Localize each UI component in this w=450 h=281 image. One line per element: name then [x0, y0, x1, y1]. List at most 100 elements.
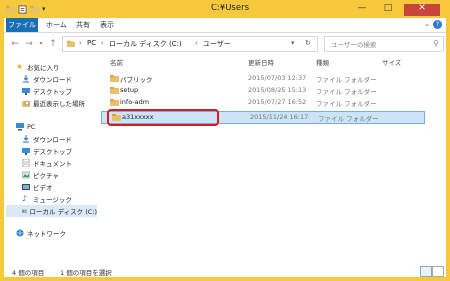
drive-icon: [22, 209, 27, 213]
tab-view[interactable]: 表示: [100, 18, 114, 32]
nav-item-downloads[interactable]: ダウンロード: [22, 73, 72, 85]
chevron-down-icon[interactable]: ▾: [42, 5, 46, 13]
column-header-name[interactable]: 名前: [110, 57, 123, 69]
breadcrumb-separator: ›: [79, 39, 82, 47]
file-date: 2015/11/24 16:17: [250, 113, 309, 121]
navigation-bar: ← → ▾ ↑ › PC › ローカル ディスク (C:) › ユーザー ▾ ↻…: [4, 33, 446, 55]
nav-item-local-disk[interactable]: ローカル ディスク (C:): [6, 205, 97, 217]
folder-icon: [110, 75, 119, 82]
chevron-down-icon[interactable]: ▾: [291, 39, 295, 47]
breadcrumb-separator: ›: [195, 39, 198, 47]
search-icon[interactable]: ⚲: [433, 39, 439, 48]
breadcrumb-local-disk[interactable]: ローカル ディスク (C:): [109, 39, 182, 49]
table-row[interactable]: パブリック 2015/07/03 12:37 ファイル フォルダー: [100, 73, 410, 84]
breadcrumb-pc[interactable]: PC: [87, 39, 96, 47]
file-list: 名前 更新日時 種類 サイズ パブリック 2015/07/03 12:37 ファ…: [100, 55, 446, 265]
nav-pc-label: PC: [27, 123, 36, 131]
folder-icon: [110, 87, 119, 94]
nav-item-label: ダウンロード: [33, 136, 72, 144]
folder-icon[interactable]: [6, 5, 15, 14]
nav-item-label: ビデオ: [33, 184, 53, 192]
nav-item-label: ミュージック: [33, 196, 72, 204]
file-name: setup: [120, 86, 139, 94]
file-date: 2015/07/03 12:37: [248, 74, 307, 82]
search-placeholder: ユーザーの検索: [331, 41, 377, 49]
file-type: ファイル フォルダー: [318, 115, 379, 123]
new-folder-icon[interactable]: [30, 5, 39, 14]
refresh-icon[interactable]: ↻: [305, 39, 311, 47]
recent-locations-button[interactable]: ▾: [36, 39, 46, 49]
up-button[interactable]: ↑: [48, 39, 58, 49]
help-icon[interactable]: ?: [433, 20, 442, 29]
folder-icon: [67, 40, 75, 47]
file-date: 2015/07/27 16:52: [248, 98, 307, 106]
folder-icon: [110, 99, 119, 106]
large-icons-view-icon[interactable]: [432, 266, 444, 277]
selection-count: 1 個の項目を選択: [60, 269, 112, 277]
star-icon: ★: [16, 62, 24, 71]
nav-favorites[interactable]: ★ お気に入り: [16, 61, 60, 73]
nav-item-label: デスクトップ: [33, 148, 72, 156]
nav-favorites-label: お気に入り: [27, 64, 60, 72]
file-name: パブリック: [120, 76, 153, 84]
recent-places-icon: [22, 100, 30, 107]
table-row[interactable]: info-adm 2015/07/27 16:52 ファイル フォルダー: [100, 97, 410, 108]
computer-icon: [16, 123, 24, 131]
tab-file[interactable]: ファイル: [6, 18, 38, 32]
nav-item-recent-places[interactable]: 最近表示した場所: [22, 97, 85, 109]
nav-item-label: ローカル ディスク (C:): [29, 208, 97, 216]
file-name: info-adm: [120, 98, 150, 106]
minimize-button[interactable]: —: [350, 4, 374, 16]
pictures-icon: [22, 171, 30, 179]
item-count: 4 個の項目: [12, 269, 45, 277]
download-icon: [23, 135, 29, 143]
column-header-date[interactable]: 更新日時: [248, 57, 274, 69]
window-title: C:¥Users: [210, 4, 249, 13]
title-bar: ▾ C:¥Users — □ ✕: [4, 4, 446, 18]
back-button[interactable]: ←: [10, 39, 20, 49]
table-row[interactable]: setup 2015/08/25 15:13 ファイル フォルダー: [100, 85, 410, 96]
forward-button[interactable]: →: [24, 39, 34, 49]
nav-item-pc-desktop[interactable]: デスクトップ: [22, 145, 72, 157]
file-date: 2015/08/25 15:13: [248, 86, 307, 94]
quick-access-toolbar: ▾: [6, 4, 46, 15]
videos-icon: [22, 184, 30, 190]
nav-item-pc-downloads[interactable]: ダウンロード: [22, 133, 72, 145]
nav-item-desktop[interactable]: デスクトップ: [22, 85, 72, 97]
nav-item-documents[interactable]: ドキュメント: [22, 157, 72, 169]
chevron-down-icon[interactable]: ⌄: [424, 20, 430, 28]
desktop-icon: [22, 88, 30, 95]
tab-share[interactable]: 共有: [76, 18, 90, 32]
explorer-window: ▾ C:¥Users — □ ✕ ファイル ホーム 共有 表示 ⌄ ? ← → …: [0, 0, 450, 281]
file-type: ファイル フォルダー: [316, 76, 377, 84]
details-view-icon[interactable]: [420, 266, 432, 277]
nav-network[interactable]: ネットワーク: [16, 227, 66, 239]
ribbon: ファイル ホーム 共有 表示 ⌄ ?: [4, 18, 446, 33]
column-header-size[interactable]: サイズ: [382, 57, 401, 69]
maximize-button[interactable]: □: [376, 4, 400, 16]
properties-icon[interactable]: [18, 4, 27, 14]
nav-item-videos[interactable]: ビデオ: [22, 181, 53, 193]
nav-item-music[interactable]: ♪ ミュージック: [22, 193, 72, 205]
address-bar[interactable]: › PC › ローカル ディスク (C:) › ユーザー ▾ ↻: [62, 36, 318, 52]
download-icon: [23, 75, 29, 83]
music-icon: ♪: [22, 194, 28, 203]
file-type: ファイル フォルダー: [316, 100, 377, 108]
window-body: ▾ C:¥Users — □ ✕ ファイル ホーム 共有 表示 ⌄ ? ← → …: [4, 4, 446, 277]
breadcrumb-users[interactable]: ユーザー: [203, 39, 231, 49]
nav-pc[interactable]: PC: [16, 121, 35, 133]
nav-item-label: デスクトップ: [33, 88, 72, 96]
highlight-box: [107, 109, 219, 126]
desktop-icon: [22, 148, 30, 155]
close-button[interactable]: ✕: [404, 4, 440, 16]
nav-network-label: ネットワーク: [27, 230, 66, 238]
column-header-type[interactable]: 種類: [316, 57, 329, 69]
nav-item-pictures[interactable]: ピクチャ: [22, 169, 59, 181]
tab-home[interactable]: ホーム: [46, 18, 67, 32]
nav-item-label: 最近表示した場所: [33, 100, 85, 108]
file-type: ファイル フォルダー: [316, 88, 377, 96]
nav-item-label: ピクチャ: [33, 172, 59, 180]
search-box[interactable]: ユーザーの検索 ⚲: [324, 36, 444, 52]
network-icon: [16, 229, 24, 237]
nav-item-label: ドキュメント: [33, 160, 72, 168]
